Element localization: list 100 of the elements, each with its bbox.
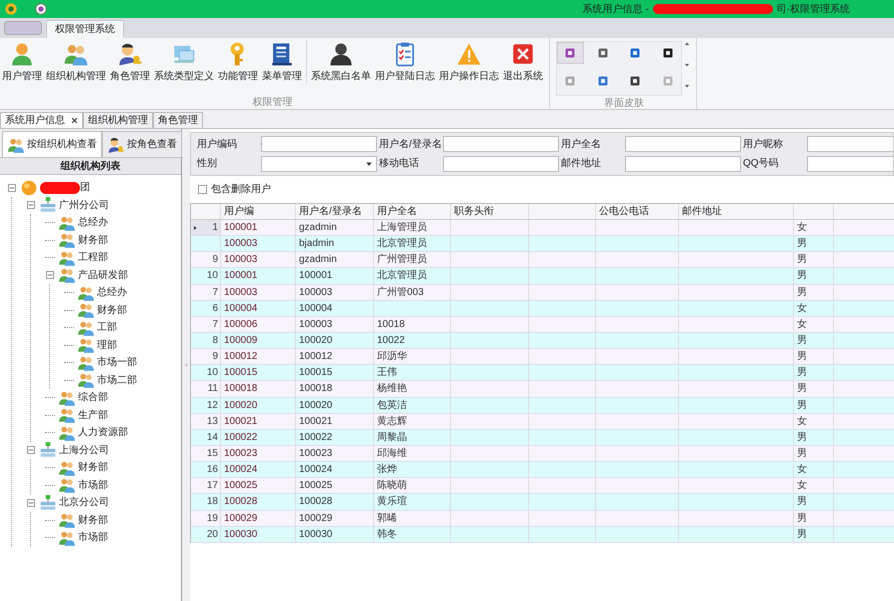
tree-item[interactable]: 市场部	[78, 478, 108, 493]
field-label: 用户昵称	[743, 138, 784, 152]
row-indicator[interactable]: 7	[191, 316, 221, 332]
window-title: 司-权限管理系统	[776, 2, 850, 16]
row-indicator[interactable]: 10	[191, 268, 221, 284]
ribbon-button[interactable]: 系统类型定义	[152, 40, 216, 84]
tree-item[interactable]: 工部	[97, 320, 117, 336]
row-indicator[interactable]: 14	[191, 430, 221, 445]
gender-dropdown[interactable]	[261, 156, 377, 172]
row-number: 9	[212, 253, 218, 268]
row-indicator[interactable]: 19	[191, 510, 221, 526]
input-field[interactable]	[807, 136, 893, 152]
table-cell-text: 张烨	[377, 462, 397, 478]
column-header[interactable]: 用户编	[224, 204, 254, 219]
table-cell-text: 女	[797, 463, 807, 478]
table-cell-text: 黄志辉	[377, 414, 407, 429]
tree-item[interactable]: 综合部	[78, 390, 108, 406]
ribbon-button[interactable]: 用户登陆日志	[373, 40, 437, 84]
document-tab[interactable]: 系统用户信息	[0, 112, 83, 128]
row-indicator[interactable]: 7	[191, 284, 221, 300]
tree-item[interactable]: 产品研发部	[78, 268, 128, 283]
collapse-toggle[interactable]	[27, 498, 35, 507]
table-cell-text: 100021	[299, 414, 332, 429]
column-header[interactable]: 邮件地址	[682, 204, 722, 219]
field-label: QQ号码	[743, 157, 780, 172]
input-field[interactable]	[625, 156, 741, 172]
ribbon-button[interactable]: 菜单管理	[260, 40, 304, 84]
input-field[interactable]	[443, 156, 559, 172]
row-indicator[interactable]: 16	[191, 462, 221, 478]
row-indicator[interactable]: 1	[191, 220, 221, 236]
column-header[interactable]: 用户全名	[377, 204, 417, 219]
tree-item[interactable]: 市场一部	[97, 355, 137, 370]
row-indicator[interactable]: 11	[191, 381, 221, 397]
row-indicator[interactable]: 6	[191, 300, 221, 316]
ribbon-button[interactable]: 功能管理	[216, 40, 260, 84]
panel-tab[interactable]: 按组织机构查看	[2, 131, 102, 157]
tree-item[interactable]: 总经办	[97, 285, 127, 300]
table-cell-text: 100009	[224, 334, 258, 348]
ribbon-button[interactable]: 用户操作日志	[437, 40, 501, 84]
tree-item[interactable]: 北京分公司	[59, 495, 109, 510]
row-indicator[interactable]: 12	[191, 398, 221, 413]
field-label: 移动电话	[379, 156, 420, 172]
tree-item[interactable]: 广州分公司	[59, 198, 109, 213]
input-field[interactable]	[625, 136, 741, 152]
input-field[interactable]	[261, 136, 377, 152]
tree-item[interactable]: 市场部	[78, 530, 108, 546]
table-cell-text: 广州管003	[377, 286, 424, 300]
panel-tab[interactable]: 按角色查看	[102, 131, 182, 157]
row-indicator[interactable]: 10	[191, 365, 221, 380]
people-icon	[58, 476, 76, 494]
tree-item[interactable]: 理部	[97, 338, 117, 353]
row-indicator[interactable]: 9	[191, 349, 221, 364]
ribbon-tab[interactable]: 权限管理系统	[46, 20, 124, 38]
tree-item[interactable]: 生产部	[78, 408, 108, 423]
row-indicator[interactable]: 8	[191, 332, 221, 348]
checkbox[interactable]	[198, 185, 207, 194]
table-cell-text: 男	[797, 334, 807, 348]
tree-item[interactable]: 工程部	[78, 250, 108, 266]
input-field[interactable]	[443, 136, 559, 152]
column-header[interactable]: 职务头衔	[454, 204, 494, 219]
row-indicator[interactable]: 18	[191, 494, 221, 510]
tree-item[interactable]: 财务部	[97, 302, 127, 318]
table-cell-text: 100001	[224, 269, 258, 284]
table-cell-text: 100012	[224, 350, 258, 364]
tree-item[interactable]: 财务部	[78, 460, 108, 476]
table-cell-text: 男	[797, 286, 807, 300]
tree-item[interactable]: 总经办	[78, 215, 108, 230]
ribbon-button[interactable]: 组织机构管理	[44, 40, 108, 84]
tree-item[interactable]: 上海分公司	[59, 442, 109, 458]
collapse-toggle[interactable]	[27, 201, 35, 210]
tree-item[interactable]: 财务部	[78, 232, 108, 248]
collapse-toggle[interactable]	[8, 184, 16, 192]
tree-item[interactable]: 人力资源部	[78, 425, 128, 440]
ribbon-button[interactable]: 系统黑白名单	[306, 40, 373, 84]
ribbon-button[interactable]: 用户管理	[0, 40, 44, 84]
document-tab[interactable]: 组织机构管理	[83, 112, 153, 128]
table-cell-text: 男	[797, 495, 807, 510]
table-cell-text: 100003	[224, 286, 258, 300]
table-cell-text: 100004	[299, 302, 332, 316]
row-indicator[interactable]: 9	[191, 252, 221, 268]
row-indicator[interactable]: 17	[191, 478, 221, 494]
row-indicator[interactable]: 13	[191, 414, 221, 429]
ribbon-button[interactable]: 退出系统	[501, 40, 545, 84]
tree-item[interactable]: 团	[80, 180, 90, 196]
table-cell-text: 杨维艳	[377, 382, 407, 396]
table-cell-text: 100018	[299, 382, 332, 396]
column-header[interactable]: 用户名/登录名	[299, 204, 362, 219]
tree-item[interactable]: 市场二部	[97, 372, 137, 388]
ribbon-button[interactable]: 角色管理	[108, 40, 152, 84]
current-row-icon	[193, 224, 198, 231]
document-tab[interactable]: 角色管理	[153, 112, 203, 128]
column-header[interactable]: 公电公电话	[599, 204, 649, 219]
collapse-toggle[interactable]	[46, 271, 54, 280]
tree-item[interactable]: 财务部	[78, 512, 108, 528]
application-menu-button[interactable]	[4, 21, 42, 35]
collapse-toggle[interactable]	[27, 446, 35, 454]
row-indicator[interactable]: 20	[191, 526, 221, 542]
input-field[interactable]	[807, 156, 893, 172]
table-cell-text: 女	[797, 318, 807, 332]
row-indicator[interactable]: 15	[191, 446, 221, 462]
